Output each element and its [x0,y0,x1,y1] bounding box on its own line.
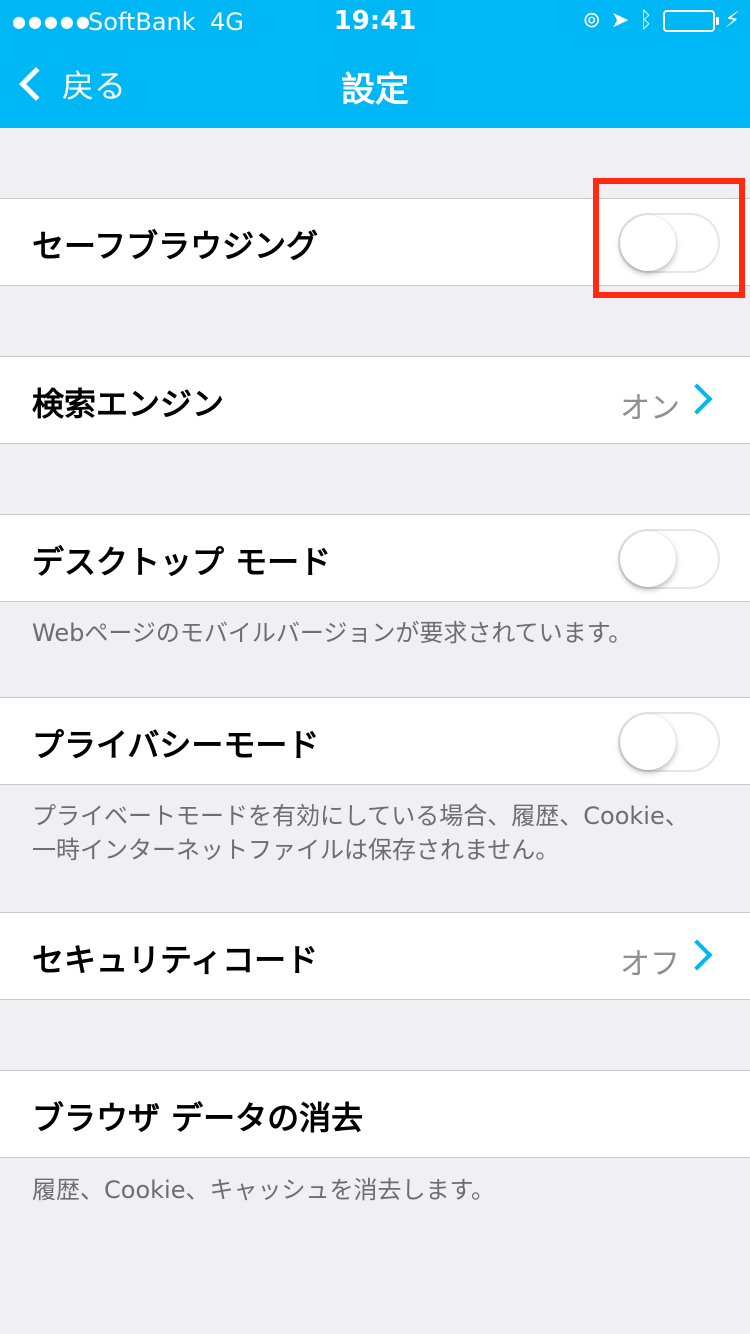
setting-label: デスクトップ モード [32,543,332,581]
status-bar: ●●●●● SoftBank 4G 19:41 ⊚ ➤ ᛒ ⚡ [0,0,750,40]
setting-label: 検索エンジン [32,385,225,423]
setting-value: オフ [620,947,680,982]
setting-row-search-engine[interactable]: 検索エンジン オン [0,356,750,444]
desktop-mode-note: Webページのモバイルバージョンが要求されています。 [32,619,633,647]
chevron-right-icon [681,939,713,971]
toggle-knob [620,714,676,770]
setting-label: セーフブラウジング [32,227,319,265]
setting-row-desktop-mode: デスクトップ モード [0,514,750,602]
toggle-knob [620,531,676,587]
location-icon: ➤ [610,8,630,33]
battery-icon [662,9,719,32]
setting-row-security-code[interactable]: セキュリティコード オフ [0,912,750,1000]
rotation-lock-icon: ⊚ [582,8,601,33]
chevron-right-icon [681,383,713,415]
privacy-mode-note-line2: 一時インターネットファイルは保存されません。 [32,836,560,864]
charging-icon: ⚡ [724,8,740,33]
setting-label: ブラウザ データの消去 [32,1099,364,1137]
setting-row-clear-data[interactable]: ブラウザ データの消去 [0,1070,750,1158]
desktop-mode-toggle[interactable] [618,529,720,589]
setting-value: オン [620,391,680,426]
setting-label: セキュリティコード [32,941,319,979]
setting-row-privacy-mode: プライバシーモード [0,697,750,785]
navigation-bar: 戻る 設定 [0,40,750,128]
highlight-box [593,178,745,298]
clear-data-note: 履歴、Cookie、キャッシュを消去します。 [32,1176,496,1204]
privacy-mode-note-line1: プライベートモードを有効にしている場合、履歴、Cookie、 [32,802,689,830]
page-title: 設定 [341,70,409,110]
setting-label: プライバシーモード [32,726,320,764]
privacy-mode-toggle[interactable] [618,712,720,772]
bluetooth-icon: ᛒ [639,8,653,33]
status-icons: ⊚ ➤ ᛒ ⚡ [582,8,740,33]
app-header: ●●●●● SoftBank 4G 19:41 ⊚ ➤ ᛒ ⚡ 戻る 設定 [0,0,750,128]
